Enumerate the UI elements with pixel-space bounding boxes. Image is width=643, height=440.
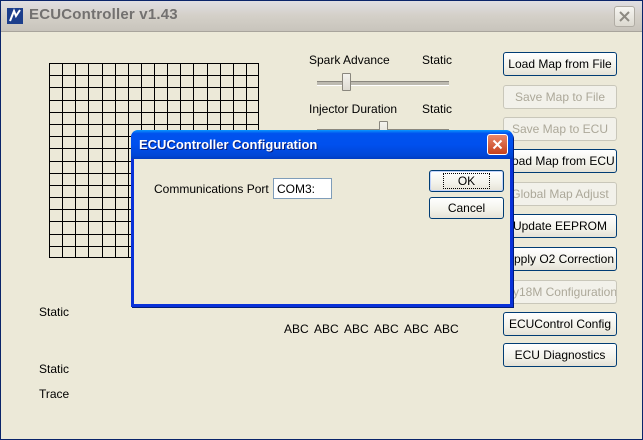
injector-duration-mode: Static: [422, 102, 453, 116]
communications-port-label: Communications Port: [154, 182, 269, 196]
app-icon: [7, 8, 23, 24]
global-map-adjust-button[interactable]: Global Map Adjust: [503, 182, 617, 206]
spark-advance-mode: Static: [422, 53, 453, 67]
spark-advance-track: [317, 81, 449, 86]
apply-o2-correction-button[interactable]: Apply O2 Correction: [503, 247, 617, 271]
load-map-from-file-button[interactable]: Load Map from File: [503, 52, 617, 76]
save-map-to-ecu-button[interactable]: Save Map to ECU: [503, 117, 617, 141]
abc-label: ABC: [404, 322, 429, 336]
update-eeprom-button[interactable]: Update EEPROM: [503, 214, 617, 238]
abc-label: ABC: [344, 322, 369, 336]
injector-duration-label: Injector Duration: [309, 102, 398, 116]
ok-button-label: OK: [442, 173, 491, 189]
abc-label-row: ABC ABC ABC ABC ABC ABC: [284, 322, 464, 336]
my18m-configuration-button[interactable]: My18M Configuration: [503, 280, 617, 304]
abc-label: ABC: [434, 322, 459, 336]
trace-label: Trace: [39, 387, 70, 401]
title-bar[interactable]: ECUController v1.43: [1, 1, 642, 32]
dialog-title: ECUController Configuration: [139, 137, 318, 152]
abc-label: ABC: [284, 322, 309, 336]
close-icon: [619, 11, 630, 22]
static-label-2: Static: [39, 362, 70, 376]
ecucontrol-config-button[interactable]: ECUControl Config: [503, 312, 617, 336]
dialog-close-button[interactable]: [487, 134, 508, 155]
communications-port-field[interactable]: [273, 178, 332, 199]
window-title: ECUController v1.43: [29, 6, 178, 23]
configuration-dialog: ECUController Configuration Communicatio…: [131, 130, 513, 307]
abc-label: ABC: [314, 322, 339, 336]
spark-advance-slider[interactable]: [341, 73, 351, 91]
ecu-diagnostics-button[interactable]: ECU Diagnostics: [503, 343, 617, 367]
close-icon: [492, 139, 503, 150]
spark-advance-label: Spark Advance: [309, 53, 390, 67]
static-label-1: Static: [39, 305, 70, 319]
window-close-button[interactable]: [614, 6, 635, 27]
load-map-from-ecu-button[interactable]: Load Map from ECU: [503, 149, 617, 173]
save-map-to-file-button[interactable]: Save Map to File: [503, 85, 617, 109]
abc-label: ABC: [374, 322, 399, 336]
dialog-title-bar[interactable]: ECUController Configuration: [131, 130, 513, 159]
ok-button[interactable]: OK: [429, 170, 504, 192]
cancel-button[interactable]: Cancel: [429, 197, 504, 219]
